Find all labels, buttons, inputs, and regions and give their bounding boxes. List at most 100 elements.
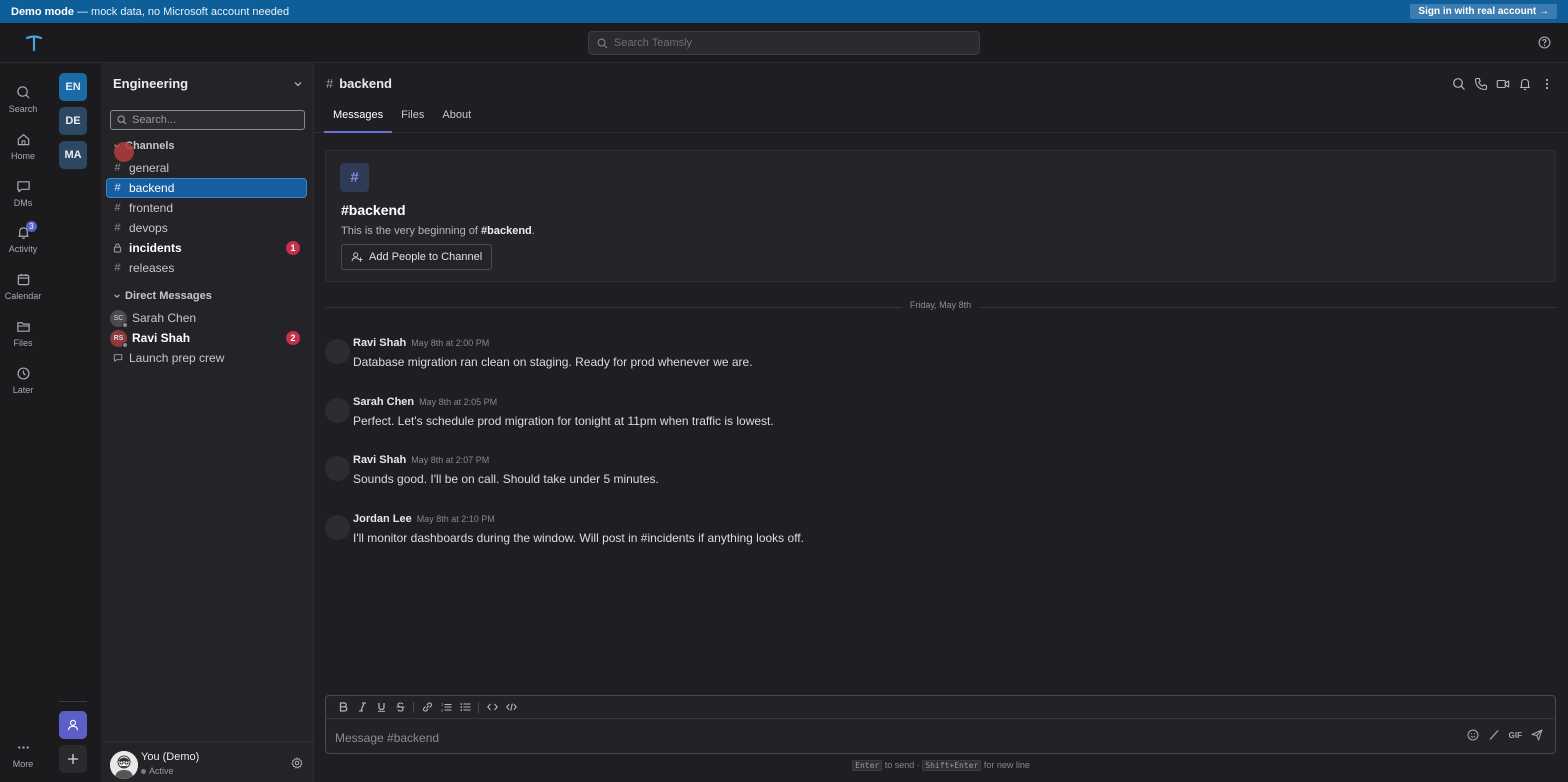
- phone-icon[interactable]: [1474, 77, 1488, 91]
- dm-name: Launch prep crew: [129, 351, 225, 365]
- presence-indicator: [141, 768, 146, 774]
- home-icon: [16, 128, 31, 150]
- avatar-initials: RS: [113, 334, 124, 342]
- sign-in-button[interactable]: Sign in with real account →: [1410, 4, 1557, 19]
- teamsly-logo-icon[interactable]: [24, 34, 44, 52]
- nav-home[interactable]: Home: [0, 128, 46, 170]
- channel-item-devops[interactable]: # devops: [107, 219, 306, 237]
- gif-button[interactable]: GIF: [1509, 731, 1522, 740]
- nav-label: Activity: [8, 244, 38, 254]
- avatar[interactable]: [110, 751, 138, 779]
- intro-desc-prefix: This is the very beginning of: [341, 225, 482, 237]
- composer-actions: GIF: [1467, 729, 1543, 741]
- nav-calendar[interactable]: Calendar: [0, 268, 46, 310]
- send-icon[interactable]: [1531, 729, 1543, 741]
- current-user-status[interactable]: Active: [141, 766, 174, 776]
- dm-item-launch-prep-crew[interactable]: Launch prep crew: [107, 349, 306, 367]
- bell-icon[interactable]: [1518, 77, 1532, 91]
- nav-search[interactable]: Search: [0, 81, 46, 123]
- strikethrough-icon[interactable]: [393, 700, 407, 714]
- slash-command-icon[interactable]: [1488, 729, 1500, 741]
- underline-icon[interactable]: [374, 700, 388, 714]
- help-icon[interactable]: [1538, 36, 1551, 49]
- code-block-icon[interactable]: [504, 700, 518, 714]
- global-search-input[interactable]: [614, 37, 964, 49]
- top-bar: [0, 23, 1568, 63]
- channel-item-frontend[interactable]: # frontend: [107, 199, 306, 217]
- dm-item-sarah-chen[interactable]: SC Sarah Chen: [107, 309, 306, 328]
- channel-item-backend[interactable]: # backend: [106, 178, 307, 198]
- dm-item-ravi-shah[interactable]: RS Ravi Shah 2: [107, 329, 306, 348]
- add-people-button[interactable]: Add People to Channel: [341, 244, 493, 270]
- tab-files[interactable]: Files: [392, 106, 433, 133]
- global-search-bar[interactable]: [588, 31, 980, 55]
- message-item[interactable]: Ravi Shah May 8th at 2:00 PM Database mig…: [325, 337, 1525, 387]
- add-people-label: Add People to Channel: [369, 251, 483, 263]
- message-item[interactable]: Ravi Shah May 8th at 2:07 PM Sounds good.…: [325, 454, 1525, 504]
- hint-newline: for new line: [983, 760, 1030, 770]
- avatar[interactable]: [325, 515, 350, 540]
- search-icon[interactable]: [1452, 77, 1466, 91]
- code-icon[interactable]: [485, 700, 499, 714]
- tab-messages[interactable]: Messages: [324, 106, 393, 133]
- team-header[interactable]: Engineering: [113, 76, 303, 91]
- italic-icon[interactable]: [355, 700, 369, 714]
- nav-more[interactable]: More: [0, 736, 46, 778]
- team-de-avatar[interactable]: DE: [59, 107, 87, 135]
- nav-activity[interactable]: 3 Activity: [0, 221, 46, 263]
- chat-icon: [16, 175, 31, 197]
- avatar[interactable]: [325, 456, 350, 481]
- search-icon: [16, 81, 31, 103]
- team-engineering-avatar[interactable]: EN: [59, 73, 87, 101]
- composer-hint: Enter to send · Shift+Enter for new line: [314, 760, 1568, 771]
- more-vertical-icon[interactable]: [1540, 77, 1554, 91]
- add-team-button[interactable]: [59, 745, 87, 773]
- avatar[interactable]: [325, 398, 350, 423]
- tab-about[interactable]: About: [433, 106, 480, 133]
- user-profile-button[interactable]: [59, 711, 87, 739]
- date-separator-label: Friday, May 8th: [901, 300, 980, 310]
- message-item[interactable]: Sarah Chen May 8th at 2:05 PM Perfect. Le…: [325, 396, 1525, 446]
- avatar[interactable]: [325, 339, 350, 364]
- nav-dms[interactable]: DMs: [0, 175, 46, 217]
- status-label: Active: [149, 766, 174, 776]
- video-icon[interactable]: [1496, 77, 1510, 91]
- numbered-list-icon[interactable]: 12: [439, 700, 453, 714]
- chevron-down-icon[interactable]: [293, 79, 303, 89]
- person-icon: [68, 719, 78, 731]
- nav-rail: Search Home DMs 3 Activity Calendar File…: [0, 63, 46, 782]
- gear-icon[interactable]: [291, 757, 303, 769]
- folder-icon: [16, 315, 31, 337]
- message-item[interactable]: Jordan Lee May 8th at 2:10 PM I'll monito…: [325, 513, 1525, 563]
- svg-text:1: 1: [441, 703, 443, 707]
- channel-item-general[interactable]: # general: [107, 159, 306, 177]
- sidebar-search-input[interactable]: [132, 114, 302, 126]
- message-author-row: Sarah Chen May 8th at 2:05 PM: [353, 396, 497, 408]
- link-icon[interactable]: [420, 700, 434, 714]
- demo-mode-description: — mock data, no Microsoft account needed: [76, 5, 290, 18]
- nav-label: DMs: [13, 198, 33, 208]
- message-author[interactable]: Ravi Shah: [353, 454, 406, 466]
- channel-item-incidents[interactable]: incidents 1: [107, 239, 306, 257]
- sidebar-search[interactable]: [110, 110, 305, 130]
- bullet-list-icon[interactable]: [458, 700, 472, 714]
- bold-icon[interactable]: [336, 700, 350, 714]
- avatar-initials: SC: [113, 314, 124, 322]
- channel-intro-card: # #backend This is the very beginning of…: [325, 150, 1556, 282]
- nav-label: Later: [12, 385, 34, 395]
- emoji-icon[interactable]: [1467, 729, 1479, 741]
- message-input[interactable]: [335, 731, 1435, 745]
- team-ma-avatar[interactable]: MA: [59, 141, 87, 169]
- message-author[interactable]: Sarah Chen: [353, 396, 414, 408]
- team-rail: EN DE MA: [46, 63, 101, 782]
- channel-main: # backend Messages Files About # #backen…: [314, 63, 1568, 782]
- channel-intro-description: This is the very beginning of #backend.: [341, 225, 535, 237]
- message-composer: 12 GIF: [325, 695, 1556, 754]
- nav-files[interactable]: Files: [0, 315, 46, 357]
- message-author[interactable]: Jordan Lee: [353, 513, 412, 525]
- message-timestamp: May 8th at 2:10 PM: [416, 514, 495, 524]
- message-author[interactable]: Ravi Shah: [353, 337, 406, 349]
- nav-later[interactable]: Later: [0, 362, 46, 404]
- dm-section-header[interactable]: Direct Messages: [113, 290, 212, 302]
- channel-item-releases[interactable]: # releases: [107, 259, 306, 277]
